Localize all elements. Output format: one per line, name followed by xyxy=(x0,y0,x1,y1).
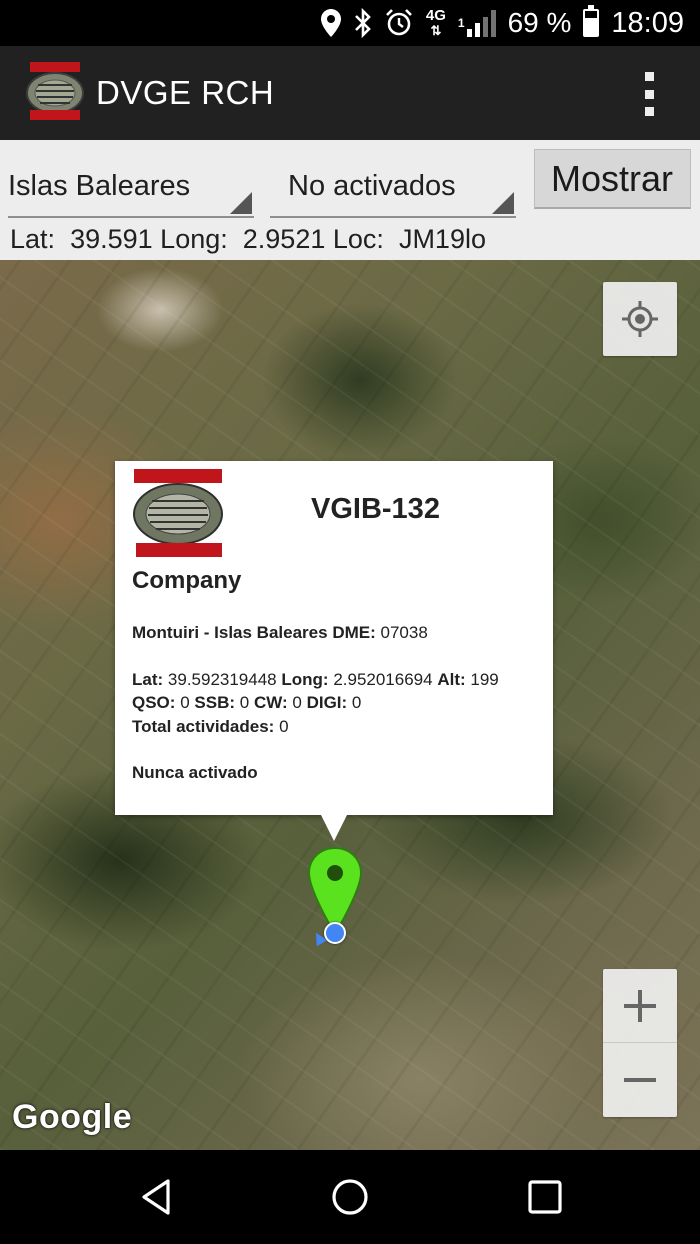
locator-value: JM19lo xyxy=(398,224,486,254)
marker-info-window[interactable]: VGIB-132 Company Montuiri - Islas Balear… xyxy=(115,461,553,841)
minus-icon xyxy=(624,1077,656,1082)
plus-icon xyxy=(624,989,656,1022)
home-icon[interactable] xyxy=(330,1177,370,1217)
region-dropdown[interactable]: Islas Baleares xyxy=(8,148,254,218)
long-value: 2.952016694 xyxy=(333,669,433,689)
map-view[interactable]: VGIB-132 Company Montuiri - Islas Balear… xyxy=(0,260,700,1150)
alt-value: 199 xyxy=(470,669,499,689)
total-label: Total actividades: xyxy=(132,716,275,736)
recents-icon[interactable] xyxy=(525,1177,565,1217)
alt-label: Alt: xyxy=(437,669,466,689)
activity-row: QSO: 0 SSB: 0 CW: 0 DIGI: 0 xyxy=(132,691,547,715)
filter-panel: Islas Baleares No activados Mostrar Lat:… xyxy=(0,140,700,260)
place-row: Montuiri - Islas Baleares DME: 07038 xyxy=(132,621,547,645)
station-code: VGIB-132 xyxy=(311,493,440,525)
long-label: Long: xyxy=(281,669,329,689)
radio-club-logo xyxy=(133,469,223,557)
zoom-in-button[interactable] xyxy=(603,969,677,1043)
network-4g-icon: 4G ⇅ xyxy=(425,7,446,38)
battery-icon xyxy=(583,5,600,37)
cw-value: 0 xyxy=(292,693,302,712)
my-position-dot xyxy=(324,922,346,944)
battery-percent: 69 % xyxy=(507,7,572,38)
digi-label: DIGI: xyxy=(306,693,348,712)
navigation-bar xyxy=(0,1150,700,1244)
total-value: 0 xyxy=(279,716,289,736)
google-attribution: Google xyxy=(12,1098,133,1136)
qso-label: QSO: xyxy=(132,693,176,712)
cw-label: CW: xyxy=(253,693,288,712)
lat-value: 39.592319448 xyxy=(167,669,277,689)
dropdown-arrow-icon xyxy=(492,192,514,214)
zoom-controls xyxy=(603,969,677,1117)
my-location-icon xyxy=(622,301,658,337)
lat-value: 39.591 xyxy=(70,224,153,254)
status-bar: 4G ⇅ 1 69 % 18:09 xyxy=(0,0,700,46)
digi-value: 0 xyxy=(351,693,362,712)
long-value: 2.9521 xyxy=(242,224,326,254)
place: Montuiri - Islas Baleares xyxy=(132,623,328,642)
app-title: DVGE RCH xyxy=(96,74,275,111)
lat-label: Lat: xyxy=(10,224,56,254)
network-type: 4G xyxy=(425,7,446,24)
station-name: Company xyxy=(132,567,242,594)
qso-value: 0 xyxy=(180,693,190,712)
battery-level xyxy=(585,18,598,35)
clock: 18:09 xyxy=(611,6,684,39)
station-details: Montuiri - Islas Baleares DME: 07038 Lat… xyxy=(132,621,547,785)
status-value: No activados xyxy=(288,170,456,202)
my-location-button[interactable] xyxy=(603,282,677,356)
total-row: Total actividades: 0 xyxy=(132,715,547,739)
bluetooth-icon xyxy=(354,8,372,38)
back-icon[interactable] xyxy=(138,1177,178,1217)
app-logo xyxy=(26,62,84,120)
dropdown-arrow-icon xyxy=(230,192,252,214)
region-value: Islas Baleares xyxy=(8,170,191,202)
long-label: Long: xyxy=(160,224,228,254)
ssb-label: SSB: xyxy=(194,693,236,712)
loc-label: Loc: xyxy=(332,224,384,254)
activation-status: Nunca activado xyxy=(132,763,258,782)
current-location-readout: Lat: 39.591 Long: 2.9521 Loc: JM19lo xyxy=(10,224,486,255)
dme-label: DME: xyxy=(332,623,376,642)
location-icon xyxy=(320,8,342,38)
zoom-out-button[interactable] xyxy=(603,1043,677,1116)
sim-slot: 1 xyxy=(457,16,465,30)
coords-row: Lat: 39.592319448 Long: 2.952016694 Alt:… xyxy=(132,668,547,692)
alarm-icon xyxy=(384,8,414,38)
app-bar: DVGE RCH xyxy=(0,46,700,140)
signal-icon: 1 xyxy=(458,9,496,37)
dme-value: 07038 xyxy=(380,623,428,642)
lat-label: Lat: xyxy=(132,669,164,689)
overflow-menu-icon[interactable] xyxy=(642,72,656,116)
show-button[interactable]: Mostrar xyxy=(534,149,691,209)
status-dropdown[interactable]: No activados xyxy=(270,148,516,218)
ssb-value: 0 xyxy=(239,693,250,712)
